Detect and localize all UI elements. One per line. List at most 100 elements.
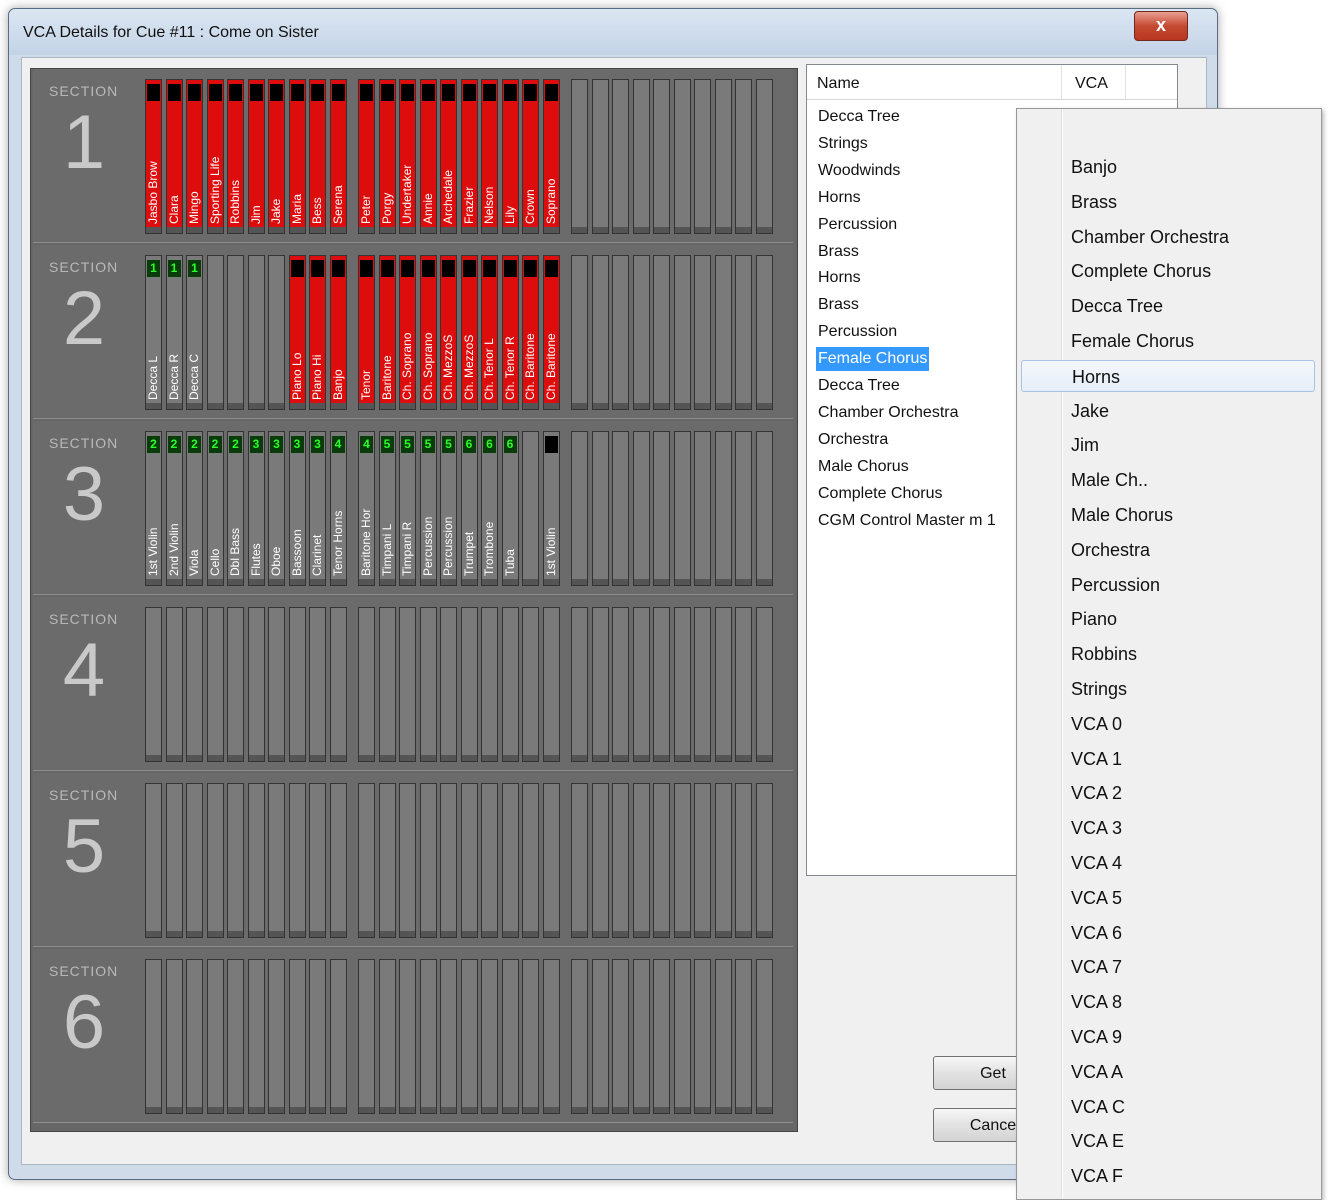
channel-strip[interactable] [247, 783, 265, 938]
channel-strip[interactable] [165, 607, 183, 762]
channel-strip[interactable]: Piano Lo [288, 255, 306, 410]
channel-strip[interactable]: 1 Decca L [145, 255, 162, 410]
list-item[interactable]: Horns [816, 186, 863, 210]
vca-dropdown-menu[interactable]: Banjo Brass Chamber Orchestra Complete Chor… [1016, 108, 1322, 1200]
channel-strip[interactable] [165, 783, 183, 938]
dropdown-option[interactable]: Percussion [1021, 569, 1315, 601]
dropdown-option[interactable]: VCA 3 [1021, 812, 1315, 844]
dropdown-option[interactable]: VCA 1 [1021, 743, 1315, 775]
channel-strip[interactable] [460, 959, 478, 1114]
channel-strip[interactable] [694, 959, 711, 1114]
channel-strip[interactable] [542, 783, 560, 938]
list-item[interactable]: Brass [816, 240, 861, 264]
channel-strip[interactable] [653, 431, 670, 586]
channel-strip[interactable] [501, 783, 519, 938]
channel-strip[interactable] [714, 607, 732, 762]
channel-strip[interactable] [378, 783, 396, 938]
channel-strip[interactable] [755, 959, 773, 1114]
channel-strip[interactable] [571, 79, 588, 234]
channel-strip[interactable]: Sporting Life [206, 79, 224, 234]
channel-strip[interactable] [673, 783, 691, 938]
channel-strip[interactable] [612, 255, 629, 410]
channel-strip[interactable]: Maria [288, 79, 306, 234]
channel-strip[interactable] [735, 79, 752, 234]
channel-strip[interactable]: Crown [522, 79, 539, 234]
channel-strip[interactable] [612, 431, 629, 586]
channel-strip[interactable]: 5 Timpani L [378, 431, 396, 586]
channel-strip[interactable] [632, 431, 650, 586]
channel-strip[interactable] [419, 783, 437, 938]
channel-strip[interactable] [378, 607, 396, 762]
channel-strip[interactable]: 2 Viola [186, 431, 203, 586]
channel-strip[interactable] [755, 607, 773, 762]
channel-strip[interactable] [735, 431, 752, 586]
channel-strip[interactable] [501, 959, 519, 1114]
channel-strip[interactable] [522, 607, 539, 762]
channel-strip[interactable] [571, 959, 588, 1114]
channel-strip[interactable]: Ch. Soprano [399, 255, 416, 410]
dropdown-option[interactable]: Strings [1021, 673, 1315, 705]
channel-strip[interactable] [440, 959, 457, 1114]
channel-strip[interactable]: Piano Hi [309, 255, 326, 410]
channel-strip[interactable] [358, 607, 375, 762]
dropdown-option[interactable]: VCA A [1021, 1056, 1315, 1088]
channel-strip[interactable] [247, 255, 265, 410]
channel-strip[interactable] [591, 607, 609, 762]
list-item[interactable]: Complete Chorus [816, 482, 945, 506]
channel-strip[interactable]: Bess [309, 79, 326, 234]
channel-strip[interactable] [268, 607, 285, 762]
channel-strip[interactable]: 1st Violin [542, 431, 560, 586]
channel-strip[interactable] [673, 959, 691, 1114]
channel-strip[interactable] [653, 783, 670, 938]
channel-strip[interactable] [694, 255, 711, 410]
channel-strip[interactable] [714, 959, 732, 1114]
channel-strip[interactable]: Lily [501, 79, 519, 234]
dropdown-option[interactable]: VCA 9 [1021, 1021, 1315, 1053]
list-item[interactable]: Decca Tree [816, 374, 902, 398]
channel-strip[interactable]: Serena [329, 79, 347, 234]
dropdown-option[interactable]: VCA 0 [1021, 708, 1315, 740]
channel-strip[interactable]: 4 Tenor Horns [329, 431, 347, 586]
channel-strip[interactable] [542, 607, 560, 762]
channel-strip[interactable] [481, 959, 498, 1114]
list-item[interactable]: Brass [816, 293, 861, 317]
channel-strip[interactable] [653, 255, 670, 410]
channel-strip[interactable]: 6 Trumpet [460, 431, 478, 586]
channel-strip[interactable]: Ch. MezzoS [460, 255, 478, 410]
list-item[interactable]: Horns [816, 266, 863, 290]
channel-strip[interactable] [329, 607, 347, 762]
channel-strip[interactable] [206, 783, 224, 938]
channel-strip[interactable]: Ch. MezzoS [440, 255, 457, 410]
channel-strip[interactable] [268, 255, 285, 410]
channel-strip[interactable] [329, 959, 347, 1114]
channel-strip[interactable] [714, 431, 732, 586]
channel-strip[interactable]: Frazier [460, 79, 478, 234]
list-item[interactable]: Percussion [816, 213, 899, 237]
title-bar[interactable]: VCA Details for Cue #11 : Come on Sister… [9, 9, 1217, 55]
channel-strip[interactable]: Nelson [481, 79, 498, 234]
channel-strip[interactable]: 5 Timpani R [399, 431, 416, 586]
channel-strip[interactable]: Undertaker [399, 79, 416, 234]
channel-strip[interactable]: Peter [358, 79, 375, 234]
channel-strip[interactable] [309, 607, 326, 762]
channel-strip[interactable] [571, 607, 588, 762]
channel-strip[interactable]: Mingo [186, 79, 203, 234]
channel-strip[interactable] [501, 607, 519, 762]
column-name-header[interactable]: Name [817, 75, 860, 93]
channel-strip[interactable] [288, 783, 306, 938]
channel-strip[interactable] [755, 783, 773, 938]
channel-strip[interactable] [247, 959, 265, 1114]
channel-strip[interactable]: Clara [165, 79, 183, 234]
channel-strip[interactable]: 5 Percussion [419, 431, 437, 586]
list-item[interactable]: Decca Tree [816, 105, 902, 129]
channel-strip[interactable] [399, 783, 416, 938]
channel-strip[interactable] [612, 783, 629, 938]
channel-strip[interactable] [206, 607, 224, 762]
list-item[interactable]: Female Chorus [816, 347, 930, 372]
dropdown-option[interactable]: Male Ch.. [1021, 464, 1315, 496]
channel-strip[interactable]: Jim [247, 79, 265, 234]
channel-strip[interactable] [591, 79, 609, 234]
channel-strip[interactable]: 2 Dbl Bass [227, 431, 244, 586]
channel-strip[interactable] [145, 959, 162, 1114]
channel-strip[interactable] [632, 607, 650, 762]
